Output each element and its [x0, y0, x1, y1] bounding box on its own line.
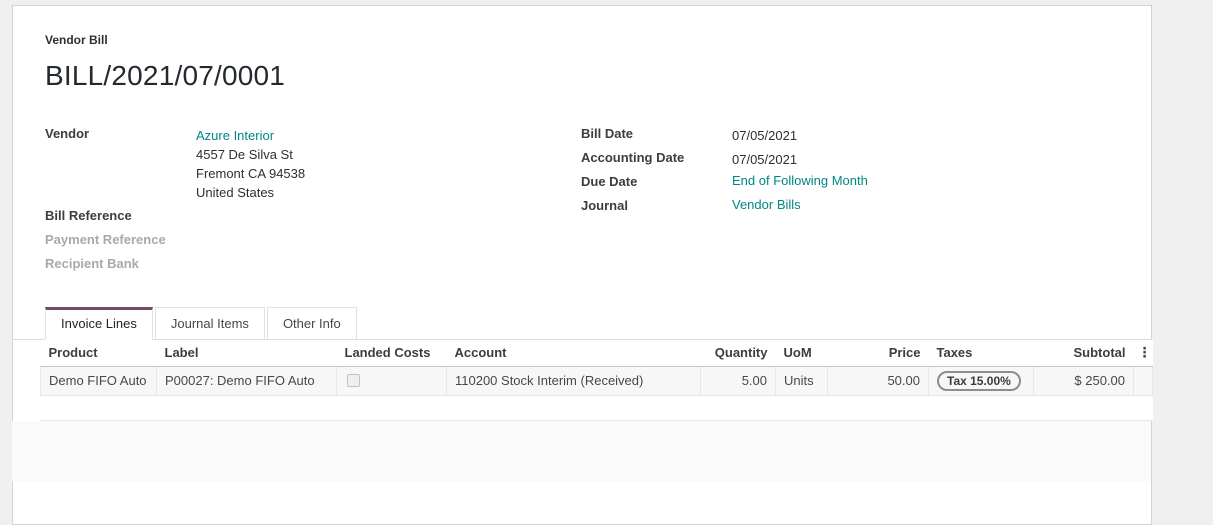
recipient-bank-label: Recipient Bank — [45, 255, 196, 271]
field-due-date: Due Date End of Following Month — [581, 173, 1101, 197]
cell-landed-costs — [337, 366, 447, 395]
cell-row-menu — [1134, 366, 1153, 395]
field-vendor: Vendor Azure Interior 4557 De Silva St F… — [45, 125, 569, 207]
tab-other-info[interactable]: Other Info — [267, 307, 357, 340]
invoice-lines-table: Product Label Landed Costs Account Quant… — [40, 340, 1153, 421]
col-header-product[interactable]: Product — [41, 340, 157, 366]
details-left-column: Vendor Azure Interior 4557 De Silva St F… — [45, 125, 569, 279]
col-header-label[interactable]: Label — [157, 340, 337, 366]
field-accounting-date: Accounting Date 07/05/2021 — [581, 149, 1101, 173]
tab-invoice-lines[interactable]: Invoice Lines — [45, 307, 153, 340]
vendor-address-street: 4557 De Silva St — [196, 145, 305, 164]
cell-label[interactable]: P00027: Demo FIFO Auto — [157, 366, 337, 395]
due-date-label: Due Date — [581, 173, 732, 189]
accounting-date-value[interactable]: 07/05/2021 — [732, 149, 797, 169]
notebook: Invoice Lines Journal Items Other Info P… — [45, 307, 1151, 481]
column-options-header: ⋮ — [1134, 340, 1153, 366]
field-recipient-bank: Recipient Bank — [45, 255, 569, 279]
invoice-line-row[interactable]: Demo FIFO Auto P00027: Demo FIFO Auto 11… — [41, 366, 1153, 395]
cell-quantity[interactable]: 5.00 — [701, 366, 776, 395]
field-payment-reference: Payment Reference — [45, 231, 569, 255]
col-header-account[interactable]: Account — [447, 340, 701, 366]
col-header-subtotal[interactable]: Subtotal — [1034, 340, 1134, 366]
vendor-label: Vendor — [45, 125, 196, 141]
bill-date-value[interactable]: 07/05/2021 — [732, 125, 797, 145]
field-bill-date: Bill Date 07/05/2021 — [581, 125, 1101, 149]
table-header-row: Product Label Landed Costs Account Quant… — [41, 340, 1153, 366]
cell-price[interactable]: 50.00 — [828, 366, 929, 395]
bill-date-label: Bill Date — [581, 125, 732, 141]
tab-journal-items[interactable]: Journal Items — [155, 307, 265, 340]
col-header-price[interactable]: Price — [828, 340, 929, 366]
col-header-uom[interactable]: UoM — [776, 340, 828, 366]
vendor-address-city: Fremont CA 94538 — [196, 164, 305, 183]
document-type-label: Vendor Bill — [45, 33, 1151, 47]
details-right-column: Bill Date 07/05/2021 Accounting Date 07/… — [581, 125, 1101, 279]
vendor-address-country: United States — [196, 183, 305, 202]
col-header-quantity[interactable]: Quantity — [701, 340, 776, 366]
landed-costs-checkbox[interactable] — [347, 374, 360, 387]
vendor-bill-sheet: Vendor Bill BILL/2021/07/0001 Vendor Azu… — [12, 5, 1152, 525]
cell-subtotal: $ 250.00 — [1034, 366, 1134, 395]
empty-table-row — [41, 395, 1153, 420]
tab-strip: Invoice Lines Journal Items Other Info — [12, 307, 1151, 340]
col-header-landed-costs[interactable]: Landed Costs — [337, 340, 447, 366]
cell-product[interactable]: Demo FIFO Auto — [41, 366, 157, 395]
document-number-title: BILL/2021/07/0001 — [45, 60, 1151, 92]
vendor-partner-link[interactable]: Azure Interior — [196, 128, 274, 143]
accounting-date-label: Accounting Date — [581, 149, 732, 165]
payment-reference-label: Payment Reference — [45, 231, 196, 247]
cell-taxes: Tax 15.00% — [929, 366, 1034, 395]
bill-reference-label: Bill Reference — [45, 207, 196, 223]
column-options-icon[interactable]: ⋮ — [1136, 346, 1153, 360]
field-journal: Journal Vendor Bills — [581, 197, 1101, 221]
col-header-taxes[interactable]: Taxes — [929, 340, 1034, 366]
due-date-value-link[interactable]: End of Following Month — [732, 173, 868, 188]
field-bill-reference: Bill Reference — [45, 207, 569, 231]
sheet-lower-band — [12, 421, 1151, 481]
details-section: Vendor Azure Interior 4557 De Silva St F… — [45, 125, 1151, 279]
tax-tag[interactable]: Tax 15.00% — [937, 371, 1021, 391]
cell-account[interactable]: 110200 Stock Interim (Received) — [447, 366, 701, 395]
cell-uom[interactable]: Units — [776, 366, 828, 395]
journal-value-link[interactable]: Vendor Bills — [732, 197, 801, 212]
journal-label: Journal — [581, 197, 732, 213]
